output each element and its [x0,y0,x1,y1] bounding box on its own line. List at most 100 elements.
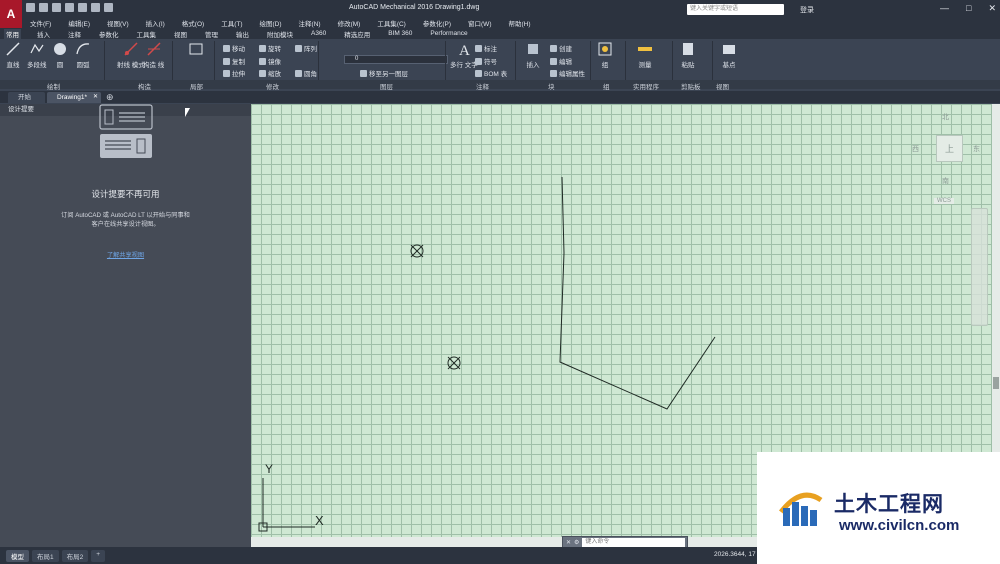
doc-tab-drawing1[interactable]: Drawing1* ✕ [47,92,101,103]
panel-clipboard[interactable]: 剪贴板 [681,81,701,91]
dimension-tool[interactable]: 标注 [475,43,497,53]
save-icon[interactable] [52,3,61,12]
tab-manage[interactable]: 管理 [203,29,220,39]
open-file-icon[interactable] [39,3,48,12]
create-block-tool[interactable]: 创建 [550,43,572,53]
menu-modify[interactable]: 修改(M) [338,18,361,28]
symbol-tool[interactable]: 符号 [475,56,497,66]
panel-annotation[interactable]: 注释 [476,81,489,91]
menu-toolsets[interactable]: 工具集(C) [377,18,406,28]
command-input[interactable]: 键入命令 [582,537,685,547]
wrench-icon[interactable]: ⚙ [574,539,579,546]
edit-block-tool[interactable]: 编辑 [550,56,572,66]
tab-annotate[interactable]: 注释 [66,29,83,39]
tab-a360[interactable]: A360 [309,30,328,37]
tab-parametric[interactable]: 参数化 [97,29,121,39]
tab-toolsets[interactable]: 工具集 [135,29,159,39]
fillet-tool[interactable]: 圆角 [295,68,317,78]
polyline-tool[interactable]: 多段线 [27,41,47,69]
paste-tool[interactable]: 粘贴 [680,41,696,69]
close-tab-icon[interactable]: ✕ [93,92,98,103]
ray-mode-tool[interactable]: 射线 模式 [117,41,145,69]
panel-group[interactable]: 组 [603,81,610,91]
move-to-layer-tool[interactable]: 移至另一图层 [360,68,408,78]
close-button[interactable]: ✕ [988,3,996,14]
insert-block-tool[interactable]: 插入 [525,41,541,69]
undo-icon[interactable] [91,3,100,12]
bom-tool[interactable]: BOM 表 [475,68,507,78]
copy-tool[interactable]: 复制 [223,56,245,66]
tab-home[interactable]: 常用 [4,28,21,39]
circle-tool[interactable]: 圆 [52,41,68,69]
menu-draw[interactable]: 绘图(D) [260,18,282,28]
scroll-thumb[interactable] [993,377,999,389]
new-file-icon[interactable] [26,3,35,12]
panel-utilities[interactable]: 实用程序 [633,81,659,91]
save-as-icon[interactable] [65,3,74,12]
application-menu-button[interactable]: A [0,0,22,28]
construction-line-tool[interactable]: 构造 线 [143,41,164,69]
menu-edit[interactable]: 编辑(E) [68,18,90,28]
measure-tool[interactable]: 测量 [637,41,653,69]
redo-icon[interactable] [104,3,113,12]
tab-bim360[interactable]: BIM 360 [386,30,414,37]
viewcube-west[interactable]: 西 [912,144,919,154]
minimize-button[interactable]: — [940,3,949,14]
viewcube-top-face[interactable]: 上 [936,135,963,162]
coordinate-readout[interactable]: 2026.3644, 17 [714,551,756,558]
maximize-button[interactable]: □ [966,3,971,14]
arc-tool[interactable]: 圆弧 [75,41,91,69]
menu-annotate[interactable]: 注释(N) [299,18,321,28]
menu-insert[interactable]: 插入(I) [146,18,165,28]
mirror-tool[interactable]: 镜像 [259,56,281,66]
group-tool[interactable]: 组 [597,41,613,69]
viewcube-north[interactable]: 北 [942,112,949,122]
point-marker[interactable] [447,356,461,370]
menu-view[interactable]: 视图(V) [107,18,129,28]
base-point-tool[interactable]: 基点 [721,41,737,69]
array-tool[interactable]: 阵列 [295,43,317,53]
menu-help[interactable]: 帮助(H) [508,18,530,28]
menu-parametric[interactable]: 参数化(P) [423,18,451,28]
navigation-bar[interactable] [971,208,988,326]
panel-block[interactable]: 块 [548,81,555,91]
panel-draw[interactable]: 绘制 [47,81,60,91]
layer-dropdown[interactable]: 0 [344,55,448,64]
layout-tab-layout2[interactable]: 布局2 [61,550,89,562]
panel-detail[interactable]: 局部 [190,81,203,91]
add-layout-button[interactable]: + [91,550,106,562]
edit-attributes-tool[interactable]: 编辑属性 [550,68,585,78]
viewcube-east[interactable]: 东 [973,144,980,154]
login-button[interactable]: 登录 [800,5,814,15]
layout-tab-layout1[interactable]: 布局1 [32,550,59,562]
rotate-tool[interactable]: 旋转 [259,43,281,53]
tab-insert[interactable]: 插入 [35,29,52,39]
search-input[interactable]: 键入关键字或短语 [687,4,784,15]
move-tool[interactable]: 移动 [223,43,245,53]
viewcube-south[interactable]: 南 [942,176,949,186]
panel-view[interactable]: 视图 [716,81,729,91]
menu-format[interactable]: 格式(O) [182,18,204,28]
menu-window[interactable]: 窗口(W) [468,18,491,28]
hide-position-tool[interactable] [188,41,204,59]
menu-file[interactable]: 文件(F) [30,18,51,28]
tab-view[interactable]: 视图 [172,29,189,39]
panel-construct[interactable]: 构造 [138,81,151,91]
menu-tools[interactable]: 工具(T) [221,18,242,28]
tab-addins[interactable]: 附加模块 [265,29,295,39]
viewcube[interactable]: 北 西 东 上 南 WCS [912,110,992,210]
doc-tab-start[interactable]: 开始 [8,92,45,103]
line-tool[interactable]: 直线 [5,41,21,69]
learn-shared-views-link[interactable]: 了解共享视图 [0,250,251,259]
new-tab-button[interactable]: ⊕ [103,92,117,103]
polyline-shape[interactable] [559,176,716,410]
print-icon[interactable] [78,3,87,12]
tab-featured-apps[interactable]: 精选应用 [342,29,372,39]
tab-output[interactable]: 输出 [234,29,251,39]
tab-performance[interactable]: Performance [428,30,469,37]
wcs-menu[interactable]: WCS [934,198,954,204]
layout-tab-model[interactable]: 模型 [6,550,29,562]
panel-layers[interactable]: 图层 [380,81,393,91]
panel-modify[interactable]: 修改 [266,81,279,91]
scale-tool[interactable]: 缩放 [259,68,281,78]
